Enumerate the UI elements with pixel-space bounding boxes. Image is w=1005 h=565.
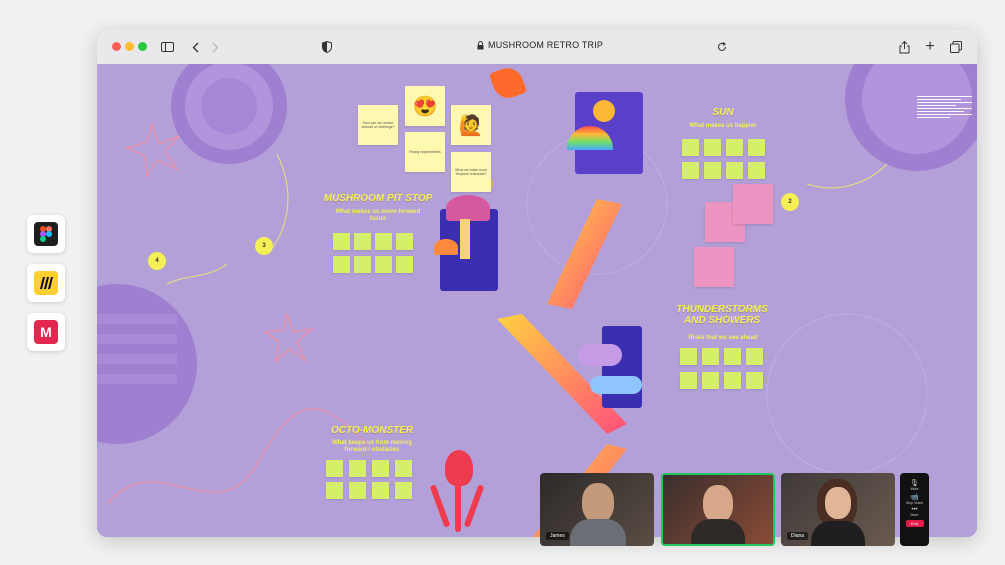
address-bar[interactable]: MUSHROOM RETRO TRIP [477,40,603,50]
sticky-note[interactable] [680,372,697,389]
sticky-note[interactable] [702,348,719,365]
sticky-note[interactable] [372,482,389,499]
sticky-note[interactable] [746,372,763,389]
sticky-note[interactable] [724,348,741,365]
sticky-note[interactable] [333,256,350,273]
mushroom-illustration [434,195,498,291]
sticky-note[interactable] [333,233,350,250]
sticky-note[interactable] [372,460,389,477]
person-emoji-icon[interactable]: 🙋 [451,105,491,145]
sticky-note[interactable] [395,460,412,477]
sticky-note[interactable] [326,482,343,499]
participant-name: James [546,532,569,540]
thunder-section-subtitle: Risks that we see ahead [688,335,758,341]
sticky-note[interactable] [326,460,343,477]
page-title: MUSHROOM RETRO TRIP [488,40,604,50]
whiteboard-canvas[interactable]: 👍 How can we reduce amount of meetings? … [97,64,977,537]
sticky-note[interactable]: How can we reduce amount of meetings? [358,105,398,145]
sticky-note[interactable] [726,139,743,156]
reload-icon[interactable] [716,38,728,56]
participant-video-active[interactable] [661,473,775,546]
step-marker[interactable]: 4 [148,252,166,270]
browser-window: MUSHROOM RETRO TRIP + How can we reduce … [97,30,977,537]
new-tab-icon[interactable]: + [923,38,937,56]
camera-icon: 📹 [910,494,919,501]
mute-button[interactable]: 🎙 Mute [900,479,929,491]
sticky-note[interactable] [746,348,763,365]
figma-icon [34,222,58,246]
maximize-window-button[interactable] [138,42,147,51]
sticky-note[interactable] [395,482,412,499]
close-window-button[interactable] [112,42,121,51]
tabs-overview-icon[interactable] [949,38,963,56]
miro-icon [34,271,58,295]
sticky-note[interactable] [682,139,699,156]
sun-section-subtitle: What makes us happier [689,123,757,129]
more-button[interactable]: ••• More [900,507,929,517]
mushroom-section-title: MUSHROOM PIT STOP [323,193,433,204]
stop-video-button[interactable]: 📹 Stop Video [900,493,929,505]
sticky-note[interactable]: What we make more frequent rehearsal? [451,152,491,192]
pink-sticky-note[interactable] [694,247,734,287]
call-controls: 🎙 Mute 📹 Stop Video ••• More End [900,473,929,546]
notes-text-block[interactable] [917,94,972,154]
sticky-note[interactable] [748,162,765,179]
sun-rainbow-illustration [567,92,643,174]
heart-eyes-emoji-icon[interactable]: 😍 [405,86,445,126]
sticky-note[interactable] [354,256,371,273]
octopus-illustration [429,444,485,536]
sticky-note[interactable] [396,256,413,273]
step-marker[interactable]: 2 [781,193,799,211]
sticky-note[interactable] [354,233,371,250]
participant-video[interactable]: Diana [781,473,895,546]
sticky-note[interactable] [726,162,743,179]
sticky-note[interactable] [724,372,741,389]
sticky-note[interactable] [704,162,721,179]
back-icon[interactable] [189,38,201,56]
mushroom-section-subtitle: What makes us move forward faster [335,209,421,223]
minimize-window-button[interactable] [125,42,134,51]
sticky-note[interactable] [682,162,699,179]
sticky-note[interactable] [375,256,392,273]
storm-cloud-illustration [578,326,642,408]
lock-icon [477,40,484,49]
sticky-note[interactable] [349,460,366,477]
sticky-note[interactable] [375,233,392,250]
sticky-note[interactable] [702,372,719,389]
m-app-icon[interactable]: M [27,313,65,351]
sticky-note[interactable] [680,348,697,365]
m-icon: M [34,320,58,344]
sticky-note[interactable]: Ready requirements [405,132,445,172]
forward-icon[interactable] [209,38,221,56]
thunder-section-title: THUNDERSTORMS AND SHOWERS [676,304,768,326]
sticky-note[interactable] [396,233,413,250]
pink-sticky-note[interactable] [733,184,773,224]
octo-section-subtitle: What keeps us from moving forward / obst… [331,440,412,454]
participant-name: Diana [787,532,809,540]
step-marker[interactable]: 3 [255,237,273,255]
miro-app-icon[interactable] [27,264,65,302]
end-call-button[interactable]: End [905,520,924,527]
title-bar: MUSHROOM RETRO TRIP + [97,30,977,65]
octo-section-title: OCTO-MONSTER [330,425,414,436]
share-icon[interactable] [897,38,911,56]
sidebar-toggle-icon[interactable] [159,38,175,56]
participant-video[interactable]: James [540,473,654,546]
figma-app-icon[interactable] [27,215,65,253]
sticky-note[interactable] [349,482,366,499]
microphone-icon: 🎙 [910,480,919,487]
shield-icon[interactable] [321,38,333,56]
sticky-note[interactable] [748,139,765,156]
sticky-note[interactable] [704,139,721,156]
sun-section-title: SUN [712,107,734,118]
